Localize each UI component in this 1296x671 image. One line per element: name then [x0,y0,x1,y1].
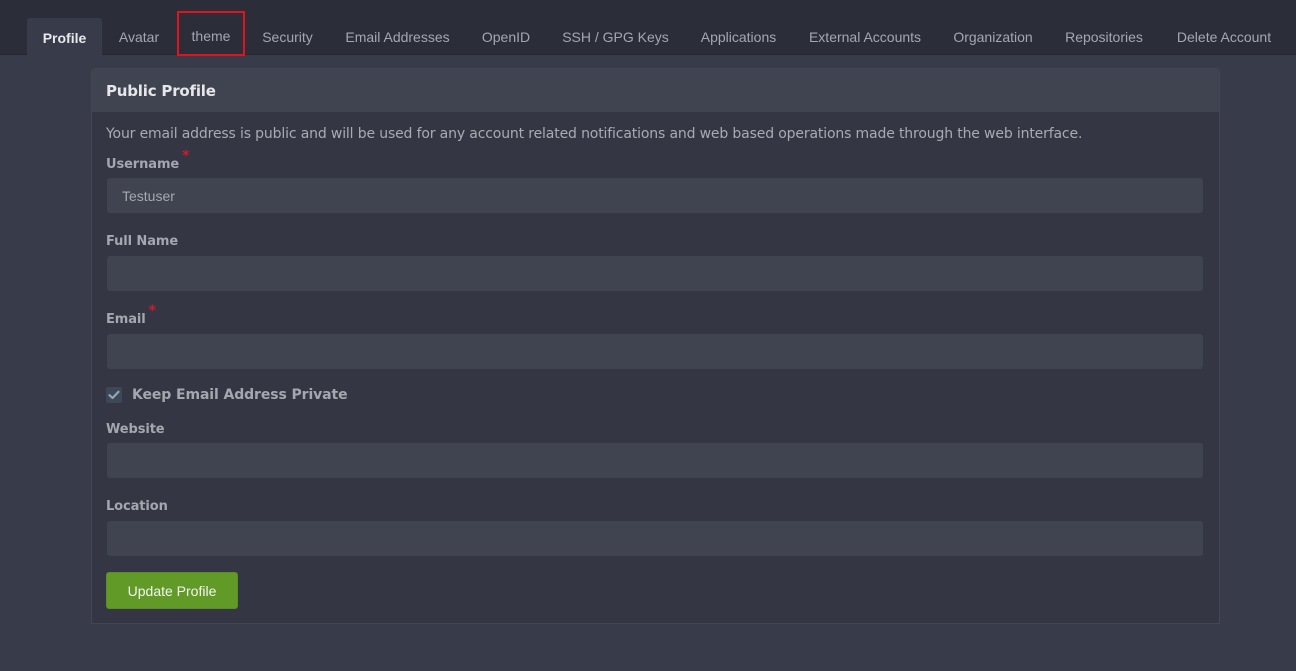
location-label: Location [106,499,168,514]
location-input[interactable] [107,521,1203,556]
full-name-label: Full Name [106,234,179,249]
keep-email-private-row[interactable]: Keep Email Address Private [106,386,1204,404]
website-label: Website [106,422,165,437]
tab-profile[interactable]: Profile [27,18,102,55]
username-input[interactable] [107,178,1203,213]
form-actions: Update Profile [106,572,1204,609]
website-input[interactable] [107,443,1203,478]
checkmark-icon [108,390,120,400]
tab-avatar[interactable]: Avatar [102,18,176,55]
tab-organization[interactable]: Organization [938,18,1048,55]
tab-external-accounts[interactable]: External Accounts [792,18,938,55]
tab-ssh-gpg-keys[interactable]: SSH / GPG Keys [546,18,685,55]
tab-delete-account[interactable]: Delete Account [1160,18,1288,55]
update-profile-button[interactable]: Update Profile [106,572,238,609]
public-profile-panel: Public Profile Your email address is pub… [91,68,1220,624]
email-input[interactable] [107,334,1203,369]
email-label: Email * [106,303,156,327]
email-public-notice: Your email address is public and will be… [106,126,1083,142]
settings-nav-bar: Profile Avatar theme Security Email Addr… [0,0,1296,56]
keep-email-private-checkbox[interactable] [106,387,122,403]
required-asterisk: * [182,148,190,164]
panel-title: Public Profile [92,69,1219,112]
full-name-input[interactable] [107,256,1203,291]
tab-security[interactable]: Security [246,18,329,55]
keep-email-private-label: Keep Email Address Private [132,387,348,403]
tab-openid[interactable]: OpenID [466,18,546,55]
tab-applications[interactable]: Applications [685,18,792,55]
username-label: Username * [106,148,190,172]
tab-email-addresses[interactable]: Email Addresses [329,18,466,55]
tab-repositories[interactable]: Repositories [1048,18,1160,55]
profile-form: Your email address is public and will be… [92,126,1219,609]
settings-tabs: Profile Avatar theme Security Email Addr… [27,11,1288,56]
tab-theme[interactable]: theme [177,11,245,56]
required-asterisk: * [148,303,156,319]
